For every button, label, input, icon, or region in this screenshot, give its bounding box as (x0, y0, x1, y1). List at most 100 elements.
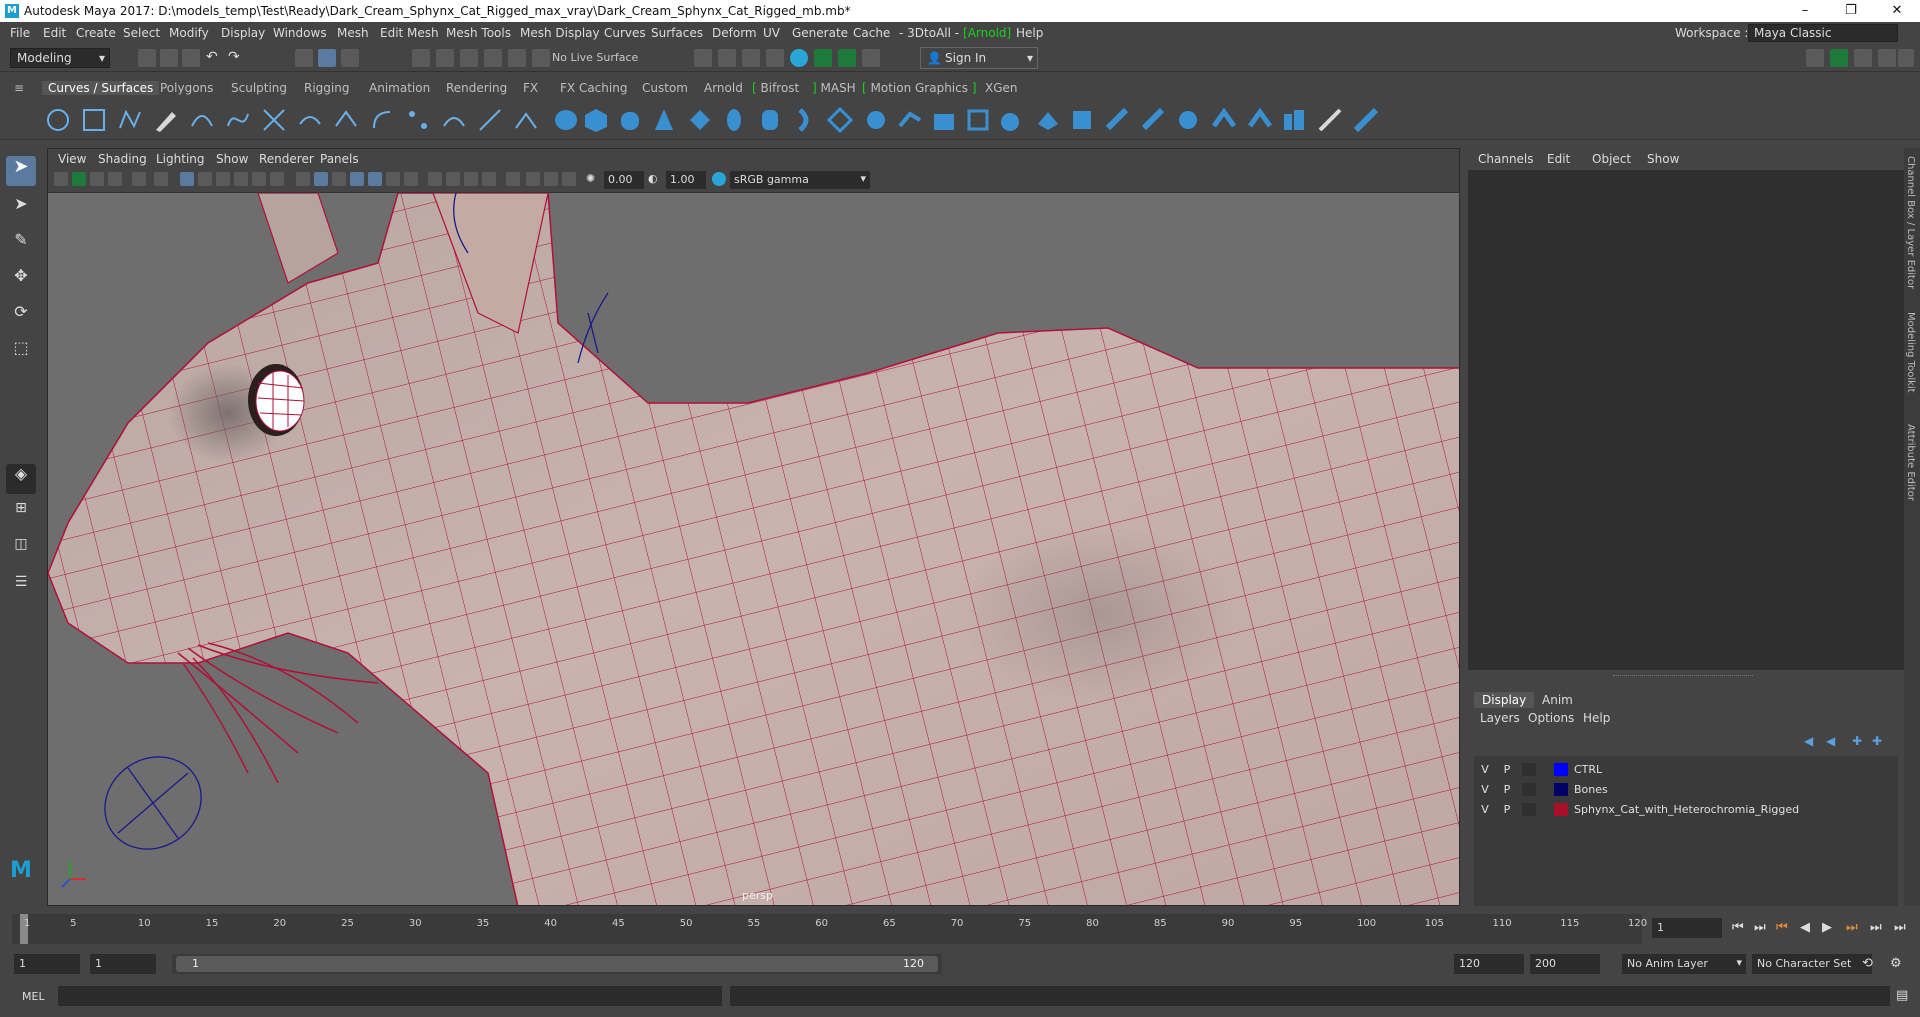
shelf-tab-fx-caching[interactable]: FX Caching (560, 81, 627, 95)
arc-tool-icon[interactable] (188, 106, 216, 134)
layer-visibility-toggle[interactable]: V (1478, 803, 1492, 816)
paint-select-tool-icon[interactable]: ✎ (6, 230, 36, 260)
layer-playback-toggle[interactable]: P (1500, 803, 1514, 816)
menu-edit[interactable]: Edit (43, 26, 66, 40)
camera-select-icon[interactable] (54, 172, 68, 186)
step-forward-key-icon[interactable]: ⏭ (1870, 920, 1882, 935)
select-hierarchy-icon[interactable] (295, 49, 313, 67)
single-perspective-layout-icon[interactable]: ◈ (6, 464, 36, 494)
shelf-tab-custom[interactable]: Custom (642, 81, 688, 95)
step-forward-frame-icon[interactable]: ⏭ (1846, 920, 1858, 935)
layer-name[interactable]: CTRL (1574, 763, 1602, 776)
close-button[interactable]: ✕ (1874, 0, 1920, 22)
camera-attributes-icon[interactable] (72, 172, 86, 186)
channelbox-edit-menu[interactable]: Edit (1547, 152, 1570, 166)
film-gate-icon[interactable] (198, 172, 212, 186)
menu-deform[interactable]: Deform (712, 26, 757, 40)
step-back-key-icon[interactable]: ⏭ (1754, 920, 1766, 935)
menu-3dtoall[interactable]: - 3DtoAll - (899, 26, 959, 40)
viewport-menu-panels[interactable]: Panels (320, 152, 359, 166)
menu-file[interactable]: File (10, 26, 30, 40)
menu-create[interactable]: Create (76, 26, 116, 40)
add-points-icon[interactable] (440, 106, 468, 134)
square-surface-icon[interactable] (998, 106, 1026, 134)
mode-dropdown[interactable]: Modeling ▾ (10, 48, 110, 68)
lasso-tool-icon[interactable]: ➤ (6, 194, 36, 224)
image-plane-icon[interactable] (108, 172, 122, 186)
snap-curve-icon[interactable] (436, 49, 454, 67)
loft-icon[interactable] (792, 106, 820, 134)
move-layer-up-icon[interactable]: ◀ (1804, 734, 1813, 748)
layer-playback-toggle[interactable]: P (1500, 783, 1514, 796)
nurbs-torus-icon[interactable] (720, 106, 748, 134)
planar-icon[interactable] (826, 106, 854, 134)
isolate-select-icon[interactable] (506, 172, 520, 186)
layer-visibility-toggle[interactable]: V (1478, 783, 1492, 796)
sculpt-geometry-icon[interactable] (1280, 106, 1308, 134)
channelbox-show-menu[interactable]: Show (1647, 152, 1679, 166)
time-slider[interactable]: 1 5 10 15 20 25 30 35 40 45 50 55 60 65 70 75 80 85 90 95 10… (0, 912, 1920, 948)
new-layer-selected-icon[interactable]: ✚ (1872, 734, 1882, 748)
layers-help-menu[interactable]: Help (1583, 711, 1610, 725)
layer-color-swatch[interactable] (1554, 783, 1568, 796)
menu-display[interactable]: Display (221, 26, 265, 40)
viewport-menu-view[interactable]: View (58, 152, 86, 166)
exposure-field[interactable]: 0.00 (604, 171, 644, 189)
shelf-tab-fx[interactable]: FX (523, 81, 538, 95)
shadows-icon[interactable] (404, 172, 418, 186)
boundary-icon[interactable] (964, 106, 992, 134)
safe-action-icon[interactable] (270, 172, 284, 186)
cat-mesh[interactable] (48, 193, 1460, 906)
menu-uv[interactable]: UV (763, 26, 780, 40)
animation-end-field[interactable]: 200 (1530, 954, 1600, 974)
select-component-icon[interactable] (341, 49, 359, 67)
step-back-frame-icon[interactable]: ⏮ (1776, 920, 1788, 935)
move-tool-icon[interactable]: ✥ (6, 266, 36, 296)
ipr-render-icon[interactable] (742, 49, 760, 67)
auto-key-icon[interactable]: ⟲ (1862, 956, 1873, 971)
gate-mask-icon[interactable] (234, 172, 248, 186)
stitch-icon[interactable] (1246, 106, 1274, 134)
nurbs-cone-icon[interactable] (650, 106, 678, 134)
modeling-toolkit-icon[interactable] (1806, 49, 1824, 67)
menu-curves[interactable]: Curves (604, 26, 646, 40)
shelf-tab-xgen[interactable]: XGen (985, 81, 1018, 95)
rotate-tool-icon[interactable]: ⟳ (6, 302, 36, 332)
menu-edit-mesh[interactable]: Edit Mesh (380, 26, 439, 40)
bezier-curve-icon[interactable] (224, 106, 252, 134)
menu-mesh-display[interactable]: Mesh Display (520, 26, 600, 40)
animation-start-field[interactable]: 1 (14, 954, 80, 974)
workspace-dropdown[interactable]: Maya Classic (1748, 24, 1898, 42)
untrim-icon[interactable] (1210, 106, 1238, 134)
shelf-menu-icon[interactable]: ≡ (14, 81, 24, 95)
cut-curve-icon[interactable] (296, 106, 324, 134)
rebuild-surface-icon[interactable] (1140, 106, 1168, 134)
panel-splitter[interactable] (1613, 675, 1753, 679)
menu-surfaces[interactable]: Surfaces (651, 26, 703, 40)
scale-tool-icon[interactable]: ⬚ (6, 338, 36, 368)
layer-playback-toggle[interactable]: P (1500, 763, 1514, 776)
project-curve-icon[interactable] (1352, 106, 1380, 134)
play-forwards-icon[interactable]: ▶ (1822, 920, 1832, 935)
textured-icon[interactable] (368, 172, 382, 186)
viewport-panel[interactable]: View Shading Lighting Show Renderer Pane… (47, 148, 1460, 906)
new-empty-layer-icon[interactable]: ✚ (1852, 734, 1862, 748)
menu-cache[interactable]: Cache (853, 26, 890, 40)
menu-modify[interactable]: Modify (169, 26, 209, 40)
layer-visibility-toggle[interactable]: V (1478, 763, 1492, 776)
menu-windows[interactable]: Windows (273, 26, 327, 40)
go-to-start-icon[interactable]: ⏮ (1732, 920, 1744, 935)
motion-blur-icon[interactable] (446, 172, 460, 186)
redo-icon[interactable]: ↷ (228, 49, 246, 67)
layer-tab-display[interactable]: Display (1474, 692, 1535, 708)
play-backwards-icon[interactable]: ◀ (1800, 920, 1810, 935)
nurbs-plane-icon[interactable] (686, 106, 714, 134)
hypershade-icon[interactable] (790, 49, 808, 67)
channel-box-icon[interactable] (1878, 49, 1896, 67)
lights-icon[interactable] (386, 172, 400, 186)
script-editor-icon[interactable]: ▤ (1896, 988, 1908, 1003)
menu-help[interactable]: Help (1016, 26, 1043, 40)
viewport-menu-show[interactable]: Show (216, 152, 248, 166)
bezier-tool-icon[interactable] (512, 106, 540, 134)
layer-tab-anim[interactable]: Anim (1542, 693, 1573, 707)
